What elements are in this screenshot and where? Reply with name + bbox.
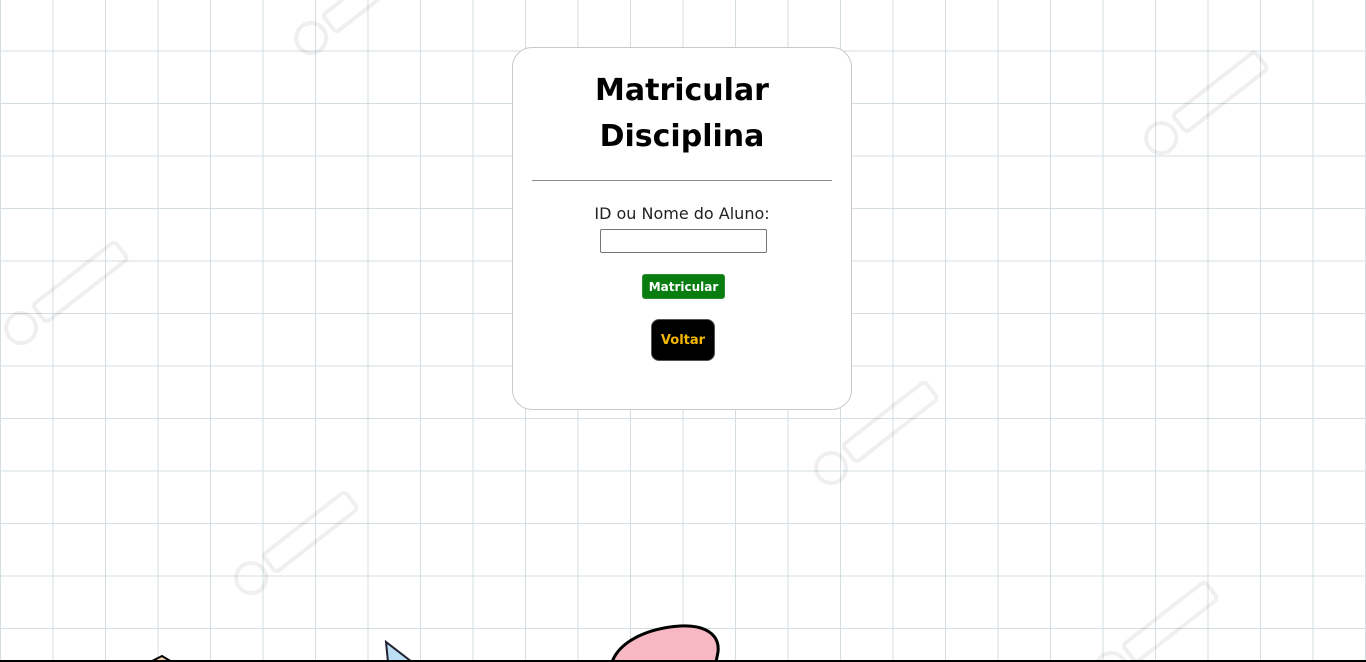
doodle-shape — [384, 639, 414, 662]
enroll-button[interactable]: Matricular — [642, 274, 725, 299]
student-input[interactable] — [600, 229, 767, 253]
page-title: Matricular Disciplina — [513, 68, 851, 160]
title-line-1: Matricular — [595, 73, 769, 108]
watermark-icon — [1134, 38, 1277, 162]
student-field-label: ID ou Nome do Aluno: — [594, 204, 770, 223]
watermark-icon — [0, 228, 136, 352]
doodle-shape — [610, 624, 720, 662]
enroll-card: Matricular Disciplina ID ou Nome do Alun… — [512, 47, 852, 410]
watermark-icon — [284, 0, 427, 62]
divider — [532, 180, 832, 181]
back-button[interactable]: Voltar — [651, 319, 715, 361]
watermark-icon — [224, 478, 367, 602]
title-line-2: Disciplina — [599, 119, 765, 154]
cartoon-doodle-illustration — [0, 624, 1366, 662]
